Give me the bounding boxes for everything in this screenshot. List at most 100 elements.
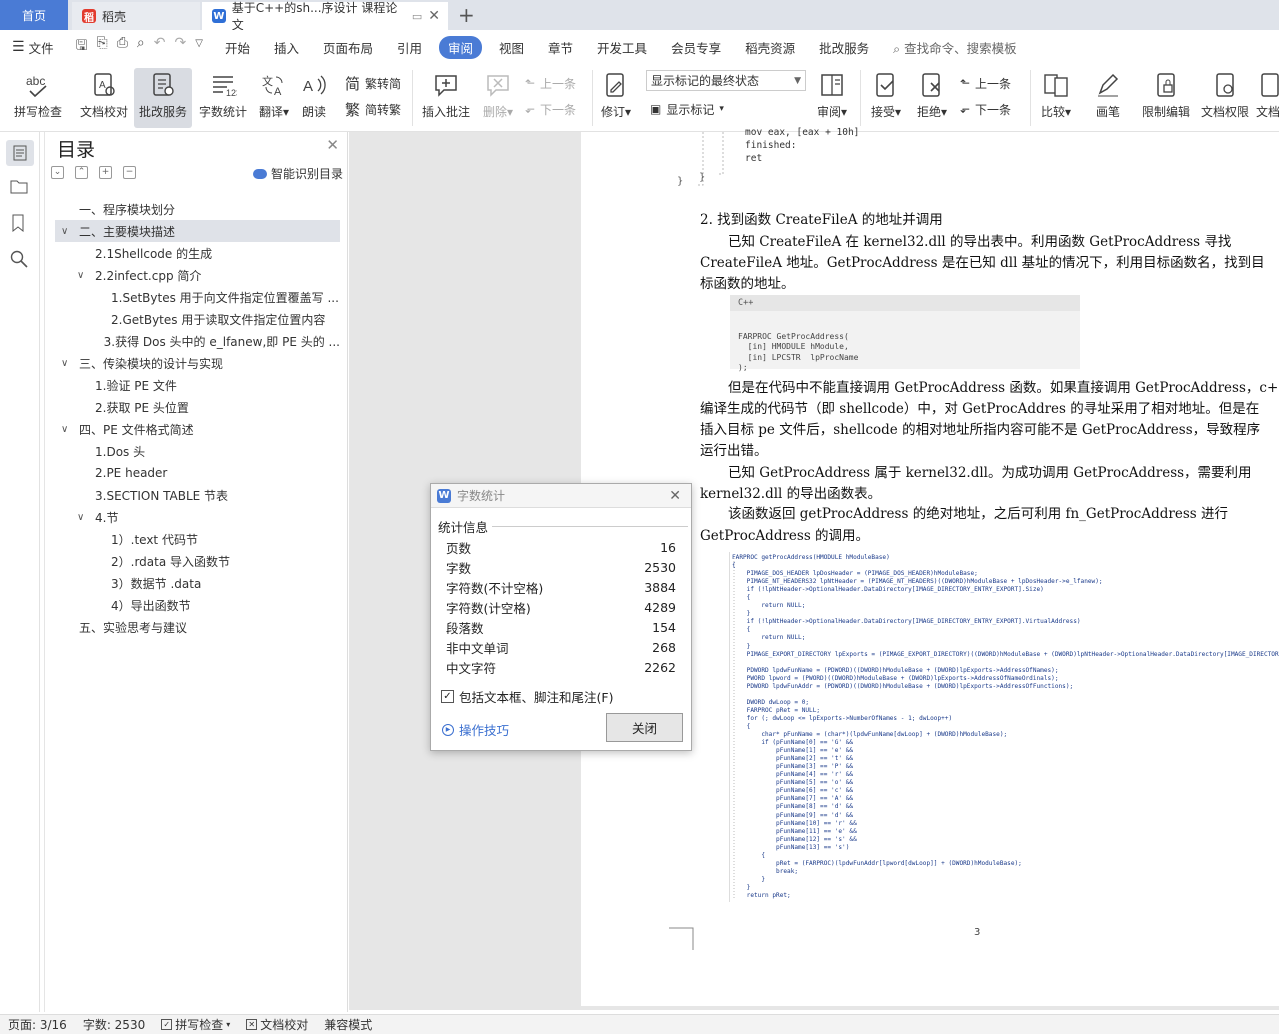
- chevron-down-icon[interactable]: ∨: [61, 358, 73, 369]
- window-icon[interactable]: ▭: [412, 10, 422, 23]
- prev-comment-button[interactable]: ⬑ 上一条: [525, 72, 576, 94]
- chevron-down-icon[interactable]: ∨: [77, 512, 89, 523]
- markup-state-select[interactable]: 显示标记的最终状态 ▼: [646, 70, 806, 91]
- close-icon[interactable]: ✕: [326, 136, 339, 154]
- toc-item[interactable]: 1.SetBytes 用于向文件指定位置覆盖写 ...: [55, 286, 340, 308]
- toc-item[interactable]: 1.验证 PE 文件: [55, 374, 340, 396]
- correction-service-button[interactable]: 批改服务: [134, 68, 192, 128]
- spell-check-status[interactable]: ✓ 拼写检查 ▾: [161, 1016, 230, 1033]
- toc-item[interactable]: 五、实验思考与建议: [55, 616, 340, 638]
- menu-view[interactable]: 视图: [487, 38, 536, 57]
- menu-daoke-resources[interactable]: 稻壳资源: [733, 38, 807, 57]
- dialog-titlebar[interactable]: W 字数统计 ✕: [431, 484, 691, 508]
- simp-to-trad-button[interactable]: 繁简转繁: [345, 98, 401, 120]
- new-tab-plus-icon[interactable]: +: [458, 3, 475, 27]
- tab-daoke[interactable]: 稻 稻壳: [72, 2, 200, 30]
- toc-item[interactable]: 2.GetBytes 用于读取文件指定位置内容: [55, 308, 340, 330]
- spell-check-button[interactable]: abc 拼写检查: [8, 68, 68, 128]
- track-changes-button[interactable]: 修订▾: [596, 68, 636, 128]
- review-pane-button[interactable]: 审阅▾: [812, 68, 852, 128]
- read-aloud-button[interactable]: A 朗读: [296, 68, 332, 128]
- hamburger-icon: ☰: [12, 39, 25, 55]
- reject-button[interactable]: 拒绝▾: [912, 68, 952, 128]
- command-search[interactable]: ⌕ 查找命令、搜索模板: [893, 38, 1017, 57]
- prev-change-button[interactable]: ⬑ 上一条: [960, 72, 1011, 94]
- toc-item[interactable]: ∨ 4.节: [55, 506, 340, 528]
- file-menu[interactable]: ☰ 文件: [0, 38, 66, 57]
- toc-item[interactable]: 3.SECTION TABLE 节表: [55, 484, 340, 506]
- tips-link[interactable]: ▶ 操作技巧: [442, 720, 509, 739]
- toc-item[interactable]: 2）.rdata 导入函数节: [55, 550, 340, 572]
- compare-button[interactable]: 比较▾: [1036, 68, 1076, 128]
- accept-button[interactable]: 接受▾: [866, 68, 906, 128]
- menu-member[interactable]: 会员专享: [659, 38, 733, 57]
- toc-item[interactable]: 1）.text 代码节: [55, 528, 340, 550]
- chapter-nav-icon[interactable]: [10, 178, 30, 198]
- toc-item[interactable]: 2.1Shellcode 的生成: [55, 242, 340, 264]
- word-count-button[interactable]: 123 字数统计: [196, 68, 250, 128]
- toc-item[interactable]: 4）导出函数节: [55, 594, 340, 616]
- close-button[interactable]: 关闭: [606, 713, 683, 742]
- code-line: if (!lpNtHeader->OptionalHeader.DataDire…: [732, 586, 1044, 594]
- trad-to-simp-button[interactable]: 简繁转简: [345, 72, 401, 94]
- toc-item[interactable]: ∨ 三、传染模块的设计与实现: [55, 352, 340, 374]
- toc-item[interactable]: 3）数据节 .data: [55, 572, 340, 594]
- toc-item[interactable]: ∨ 四、PE 文件格式简述: [55, 418, 340, 440]
- translate-button[interactable]: 文A 翻译▾: [254, 68, 294, 128]
- close-icon[interactable]: ✕: [669, 488, 681, 504]
- toc-item[interactable]: ∨ 2.2infect.cpp 简介: [55, 264, 340, 286]
- menu-start[interactable]: 开始: [213, 38, 262, 57]
- save-icon[interactable]: 🖫: [76, 35, 88, 59]
- expand-up-icon[interactable]: ⌃: [75, 166, 88, 179]
- toc-item[interactable]: 2.PE header: [55, 462, 340, 484]
- document-more-button[interactable]: 文档: [1256, 68, 1279, 128]
- tab-home[interactable]: 首页: [0, 0, 68, 30]
- export-pdf-icon[interactable]: ⎘: [97, 35, 108, 59]
- toc-item[interactable]: ∨ 二、主要模块描述: [55, 220, 340, 242]
- menu-references[interactable]: 引用: [385, 38, 434, 57]
- restrict-editing-button[interactable]: 限制编辑: [1138, 68, 1194, 128]
- toc-view-icon[interactable]: [6, 140, 34, 166]
- proofread-button[interactable]: A 文档校对: [76, 68, 132, 128]
- next-change-button[interactable]: ⬐ 下一条: [960, 98, 1011, 120]
- menu-chapter[interactable]: 章节: [536, 38, 585, 57]
- include-textbox-checkbox[interactable]: ✓ 包括文本框、脚注和尾注(F): [441, 687, 613, 706]
- word-count-indicator[interactable]: 字数: 2530: [83, 1016, 145, 1033]
- toc-item[interactable]: 1.Dos 头: [55, 440, 340, 462]
- insert-comment-button[interactable]: 插入批注: [418, 68, 474, 128]
- remove-heading-icon[interactable]: −: [123, 166, 136, 179]
- chevron-down-icon[interactable]: ∨: [61, 424, 73, 435]
- print-preview-icon[interactable]: ⌕: [137, 35, 145, 59]
- toc-item[interactable]: 3.获得 Dos 头中的 e_lfanew,即 PE 头的 ...: [55, 330, 340, 352]
- chevron-down-icon[interactable]: ▽: [195, 35, 203, 59]
- chevron-down-icon[interactable]: ∨: [77, 270, 89, 281]
- menu-devtools[interactable]: 开发工具: [585, 38, 659, 57]
- close-tab-icon[interactable]: ✕: [428, 8, 440, 24]
- delete-comment-button[interactable]: 删除▾: [478, 68, 518, 128]
- bookmark-icon[interactable]: [10, 214, 30, 234]
- pen-button[interactable]: 画笔: [1088, 68, 1128, 128]
- proofread-status[interactable]: ✕ 文档校对: [246, 1016, 308, 1033]
- smart-toc-button[interactable]: 智能识别目录: [253, 165, 343, 182]
- redo-icon[interactable]: ↷: [175, 35, 187, 59]
- menu-insert[interactable]: 插入: [262, 38, 311, 57]
- tab-document-label: 基于C++的sh...序设计 课程论文: [231, 1, 398, 32]
- collapse-all-icon[interactable]: ⌄: [51, 166, 64, 179]
- add-heading-icon[interactable]: +: [99, 166, 112, 179]
- menu-correction[interactable]: 批改服务: [807, 38, 881, 57]
- stat-row: 中文字符 2262: [446, 657, 676, 677]
- insert-comment-label: 插入批注: [421, 105, 470, 119]
- toc-item[interactable]: 一、程序模块划分: [55, 198, 340, 220]
- menu-review[interactable]: 审阅: [439, 35, 483, 59]
- toc-item[interactable]: 2.获取 PE 头位置: [55, 396, 340, 418]
- search-icon[interactable]: [10, 250, 30, 270]
- print-icon[interactable]: ⎙: [117, 35, 128, 59]
- tab-document[interactable]: W 基于C++的sh...序设计 课程论文 ▭ ✕: [202, 1, 448, 32]
- chevron-down-icon[interactable]: ∨: [61, 226, 73, 237]
- undo-icon[interactable]: ↶: [154, 35, 166, 59]
- page-indicator[interactable]: 页面: 3/16: [8, 1016, 67, 1033]
- show-markup-button[interactable]: ▣ 显示标记 ▾: [650, 98, 724, 120]
- document-permission-button[interactable]: 文档权限: [1198, 68, 1252, 128]
- menu-layout[interactable]: 页面布局: [311, 38, 385, 57]
- next-comment-button[interactable]: ⬐ 下一条: [525, 98, 576, 120]
